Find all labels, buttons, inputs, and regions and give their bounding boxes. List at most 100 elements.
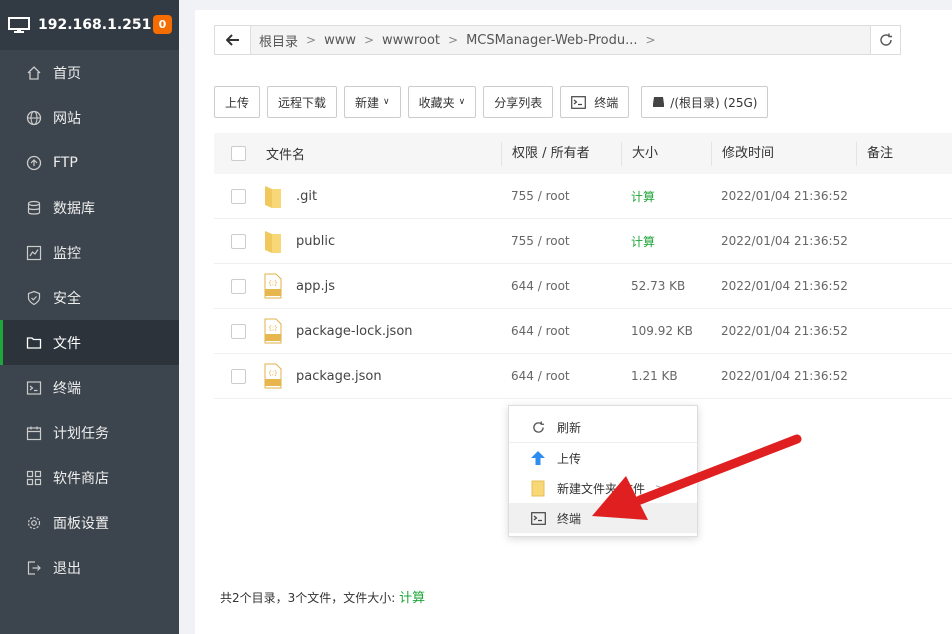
file-name[interactable]: app.js [296,279,335,294]
new-dropdown[interactable]: 新建 ∨ [344,86,401,118]
ftp-icon [26,155,42,171]
file-size[interactable]: 计算 [621,233,711,250]
menu-item-home[interactable]: 首页 [0,50,179,95]
server-header: 192.168.1.251 0 [0,0,179,50]
context-terminal[interactable]: 终端 [509,503,697,533]
folder-icon [529,479,547,497]
globe-icon [26,110,42,126]
file-table: 文件名 权限 / 所有者 大小 修改时间 备注 .git 755 / root … [214,133,952,399]
disk-icon [653,97,665,107]
context-upload[interactable]: 上传 [509,443,697,473]
menu-item-monitor[interactable]: 监控 [0,230,179,275]
menu-item-logout[interactable]: 退出 [0,545,179,590]
refresh-icon [529,418,547,436]
table-row[interactable]: {;} package-lock.json 644 / root 109.92 … [214,309,952,354]
header-name[interactable]: 文件名 [263,144,501,163]
file-perm[interactable]: 644 / root [501,369,621,383]
breadcrumb-item[interactable]: MCSManager-Web-Produ... [466,33,637,48]
calendar-icon [26,425,42,441]
file-mtime: 2022/01/04 21:36:52 [721,234,848,248]
context-label: 上传 [557,451,582,466]
context-label: 刷新 [557,420,582,435]
action-toolbar: 上传 远程下载 新建 ∨ 收藏夹 ∨ 分享列表 终端 /(根目录) (25G) [214,86,775,118]
svg-text:{;}: {;} [268,325,278,332]
remote-download-button[interactable]: 远程下载 [267,86,338,118]
summary-text: 共2个目录，3个文件，文件大小: [220,591,396,605]
menu-label: 软件商店 [53,470,109,487]
menu-item-ftp[interactable]: FTP [0,140,179,185]
file-perm[interactable]: 644 / root [501,324,621,338]
notification-badge[interactable]: 0 [153,15,172,34]
context-refresh[interactable]: 刷新 [509,412,697,442]
terminal-icon [26,380,42,396]
context-new-folder-file[interactable]: 新建文件夹/文件 > [509,473,697,503]
table-row[interactable]: .git 755 / root 计算 2022/01/04 21:36:52 [214,174,952,219]
upload-arrow-icon [529,449,547,467]
header-size[interactable]: 大小 [621,141,711,166]
menu-label: 终端 [53,380,81,397]
menu-item-terminal[interactable]: 终端 [0,365,179,410]
file-perm[interactable]: 755 / root [501,189,621,203]
menu-label: 数据库 [53,200,95,217]
chevron-right-icon: > [306,33,317,47]
file-name[interactable]: public [296,234,335,249]
file-perm[interactable]: 644 / root [501,279,621,293]
file-mtime: 2022/01/04 21:36:52 [721,369,848,383]
folder-icon [26,335,42,351]
database-icon [26,200,42,216]
favorites-dropdown[interactable]: 收藏夹 ∨ [407,86,477,118]
menu-item-files[interactable]: 文件 [0,320,179,365]
path-bar: 根目录 > www > wwwroot > MCSManager-Web-Produ.… [214,25,901,55]
menu-item-settings[interactable]: 面板设置 [0,500,179,545]
file-size: 109.92 KB [631,324,693,338]
breadcrumb-item[interactable]: www [324,33,356,48]
share-list-button[interactable]: 分享列表 [483,86,554,118]
file-perm[interactable]: 755 / root [501,234,621,248]
row-checkbox[interactable] [231,278,246,294]
file-manager-panel: 根目录 > www > wwwroot > MCSManager-Web-Produ.… [195,10,952,634]
chevron-down-icon: ∨ [383,97,390,107]
terminal-button[interactable]: 终端 [560,86,630,118]
back-button[interactable] [215,26,251,54]
file-size[interactable]: 计算 [621,188,711,205]
file-mtime: 2022/01/04 21:36:52 [721,189,848,203]
table-row[interactable]: {;} package.json 644 / root 1.21 KB 2022… [214,354,952,399]
home-icon [26,65,42,81]
row-checkbox[interactable] [231,233,246,249]
select-all-checkbox[interactable] [231,146,246,161]
file-name[interactable]: package.json [296,369,382,384]
row-checkbox[interactable] [231,368,246,384]
menu-item-database[interactable]: 数据库 [0,185,179,230]
refresh-button[interactable] [870,26,900,54]
breadcrumb-item[interactable]: wwwroot [382,33,440,48]
table-row[interactable]: public 755 / root 计算 2022/01/04 21:36:52 [214,219,952,264]
upload-button[interactable]: 上传 [214,86,261,118]
menu-label: 首页 [53,65,81,82]
header-perm[interactable]: 权限 / 所有者 [501,141,621,166]
file-name[interactable]: .git [296,189,317,204]
file-name[interactable]: package-lock.json [296,324,413,339]
row-checkbox[interactable] [231,323,246,339]
menu-label: 面板设置 [53,515,109,532]
menu-item-security[interactable]: 安全 [0,275,179,320]
arrow-left-icon [225,34,239,46]
file-size: 52.73 KB [631,279,686,293]
menu-item-website[interactable]: 网站 [0,95,179,140]
disk-button[interactable]: /(根目录) (25G) [641,86,769,118]
calc-size-link[interactable]: 计算 [399,591,425,606]
folder-icon [265,231,281,253]
menu-label: 监控 [53,245,81,262]
json-file-icon: {;} [264,363,282,389]
server-ip: 192.168.1.251 [38,17,152,33]
gear-icon [26,515,42,531]
menu-item-cron[interactable]: 计划任务 [0,410,179,455]
menu-item-store[interactable]: 软件商店 [0,455,179,500]
breadcrumb-item[interactable]: 根目录 [259,31,298,50]
chevron-right-icon: > [363,33,375,47]
monitor-chart-icon [26,245,42,261]
menu-label: 退出 [53,560,81,577]
table-row[interactable]: {;} app.js 644 / root 52.73 KB 2022/01/0… [214,264,952,309]
row-checkbox[interactable] [231,188,246,204]
header-mtime[interactable]: 修改时间 [711,141,856,166]
chevron-down-icon: ∨ [458,97,466,107]
